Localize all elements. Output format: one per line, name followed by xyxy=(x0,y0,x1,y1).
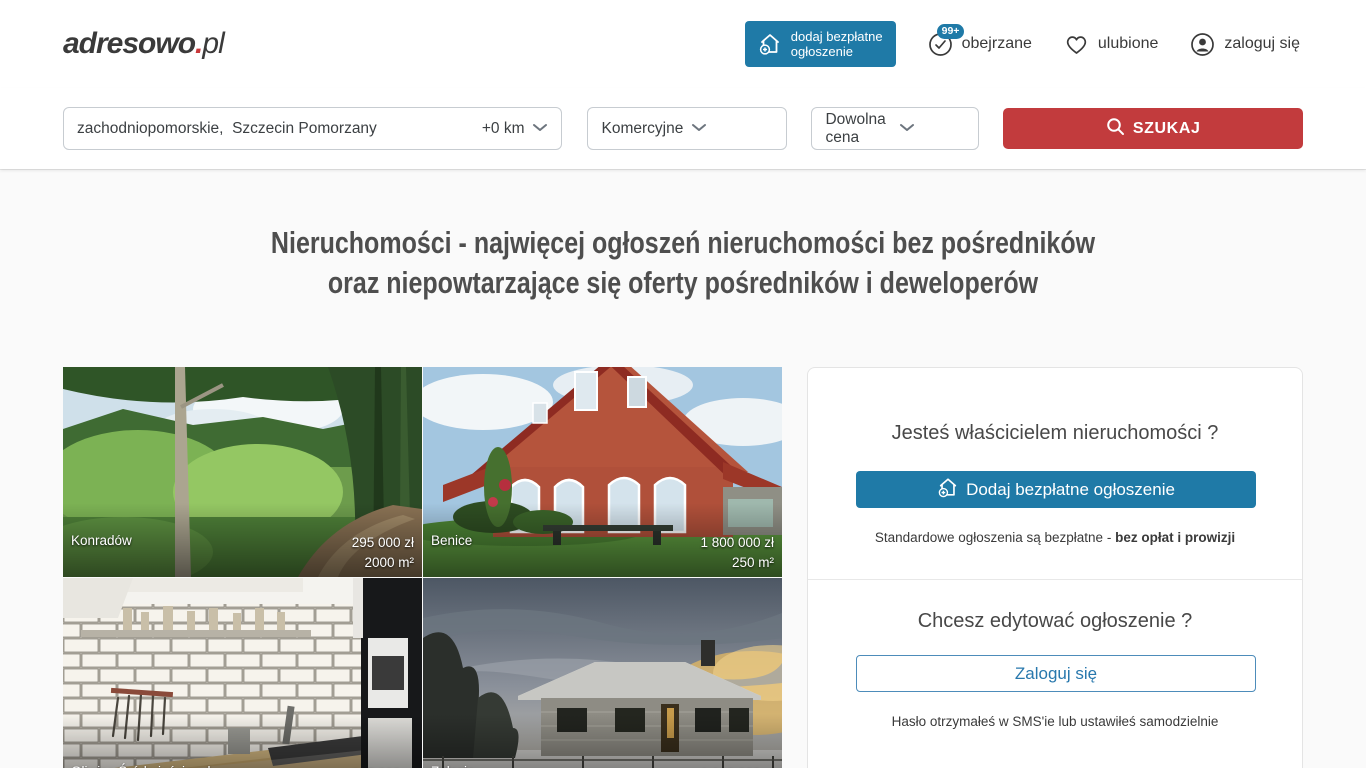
listing-name: Zalesie xyxy=(431,764,475,768)
logo-name: adresowo xyxy=(63,27,195,60)
listing-price: 295 000 zł xyxy=(352,535,414,550)
login-sidebar-button[interactable]: Zaloguj się xyxy=(856,655,1256,692)
search-button-label: SZUKAJ xyxy=(1133,120,1201,138)
add-listing-label: dodaj bezpłatne ogłoszenie xyxy=(791,29,883,59)
price-select[interactable]: Dowolna cena xyxy=(811,107,979,150)
house-plus-icon xyxy=(937,477,959,503)
listing-price: 1 800 000 zł xyxy=(700,535,774,550)
listing-caption: Benice 1 800 000 zł 250 m² xyxy=(423,533,782,577)
owner-panel: Jesteś właścicielem nieruchomości ? Doda… xyxy=(807,367,1303,768)
listing-name: Konradów xyxy=(71,533,132,548)
listing-area: 2000 m² xyxy=(364,555,414,570)
top-bar: adresowo.pl dodaj bezpłatne ogłoszenie 9… xyxy=(0,0,1366,88)
topbar-actions: dodaj bezpłatne ogłoszenie 99+ obejrzane… xyxy=(745,21,1300,67)
listing-card-konradow[interactable]: Konradów 295 000 zł 2000 m² xyxy=(63,367,422,577)
edit-note: Hasło otrzymałeś w SMS'ie lub ustawiłeś … xyxy=(856,714,1254,729)
category-select[interactable]: Komercyjne do wynaję xyxy=(587,107,787,150)
viewed-label: obejrzane xyxy=(962,35,1032,53)
title-line-1: Nieruchomości - najwięcej ogłoszeń nieru… xyxy=(123,223,1243,263)
login-label: zaloguj się xyxy=(1224,35,1300,53)
edit-section-title: Chcesz edytować ogłoszenie ? xyxy=(856,610,1254,633)
add-listing-sidebar-button[interactable]: Dodaj bezpłatne ogłoszenie xyxy=(856,471,1256,508)
listing-card-gliwice[interactable]: Gliwice Śródmieście, ul 615 000 zł xyxy=(63,578,422,768)
chevron-down-icon xyxy=(532,120,548,138)
edit-section: Chcesz edytować ogłoszenie ? Zaloguj się… xyxy=(808,580,1302,729)
listing-caption: Zalesie 1 100 000 zł xyxy=(423,764,782,768)
page-title: Nieruchomości - najwięcej ogłoszeń nieru… xyxy=(0,170,1366,303)
listing-card-benice[interactable]: Benice 1 800 000 zł 250 m² xyxy=(423,367,782,577)
listing-grid: Konradów 295 000 zł 2000 m² xyxy=(63,367,782,768)
logo-tld: pl xyxy=(202,27,223,60)
chevron-down-icon xyxy=(691,120,773,138)
main-content: Nieruchomości - najwięcej ogłoszeń nieru… xyxy=(0,169,1366,768)
viewed-count-badge: 99+ xyxy=(937,24,965,39)
site-logo[interactable]: adresowo.pl xyxy=(63,27,224,61)
listing-card-zalesie[interactable]: Zalesie 1 100 000 zł xyxy=(423,578,782,768)
search-bar: zachodniopomorskie, Szczecin Pomorzany +… xyxy=(0,88,1366,169)
circle-check-icon: 99+ xyxy=(928,32,953,57)
favorites-link[interactable]: ulubione xyxy=(1064,33,1159,56)
owner-section-title: Jesteś właścicielem nieruchomości ? xyxy=(856,422,1254,445)
favorites-label: ulubione xyxy=(1098,35,1159,53)
add-listing-button[interactable]: dodaj bezpłatne ogłoszenie xyxy=(745,21,896,67)
heart-icon xyxy=(1064,33,1089,56)
user-circle-icon xyxy=(1190,32,1215,57)
viewed-link[interactable]: 99+ obejrzane xyxy=(928,32,1032,57)
add-listing-sidebar-label: Dodaj bezpłatne ogłoszenie xyxy=(966,480,1175,500)
chevron-down-icon xyxy=(899,120,965,138)
search-button[interactable]: SZUKAJ xyxy=(1003,108,1303,149)
listing-caption: Konradów 295 000 zł 2000 m² xyxy=(63,533,422,577)
category-value: Komercyjne do wynaję xyxy=(601,120,683,138)
listing-name: Benice xyxy=(431,533,472,548)
login-link[interactable]: zaloguj się xyxy=(1190,32,1300,57)
search-icon xyxy=(1106,117,1125,141)
login-sidebar-label: Zaloguj się xyxy=(1015,664,1097,684)
listing-area: 250 m² xyxy=(732,555,774,570)
title-line-2: oraz niepowtarzające się oferty pośredni… xyxy=(123,263,1243,303)
caption-shade xyxy=(423,714,782,768)
location-value: zachodniopomorskie, Szczecin Pomorzany xyxy=(77,120,474,138)
location-input[interactable]: zachodniopomorskie, Szczecin Pomorzany +… xyxy=(63,107,562,150)
price-value: Dowolna cena xyxy=(825,111,891,147)
caption-shade xyxy=(63,714,422,768)
owner-section: Jesteś właścicielem nieruchomości ? Doda… xyxy=(808,368,1302,579)
house-plus-icon xyxy=(758,33,782,55)
radius-value[interactable]: +0 km xyxy=(482,120,525,138)
listing-name: Gliwice Śródmieście, ul xyxy=(71,764,211,768)
listing-caption: Gliwice Śródmieście, ul 615 000 zł xyxy=(63,764,422,768)
owner-note: Standardowe ogłoszenia są bezpłatne - be… xyxy=(856,530,1254,545)
